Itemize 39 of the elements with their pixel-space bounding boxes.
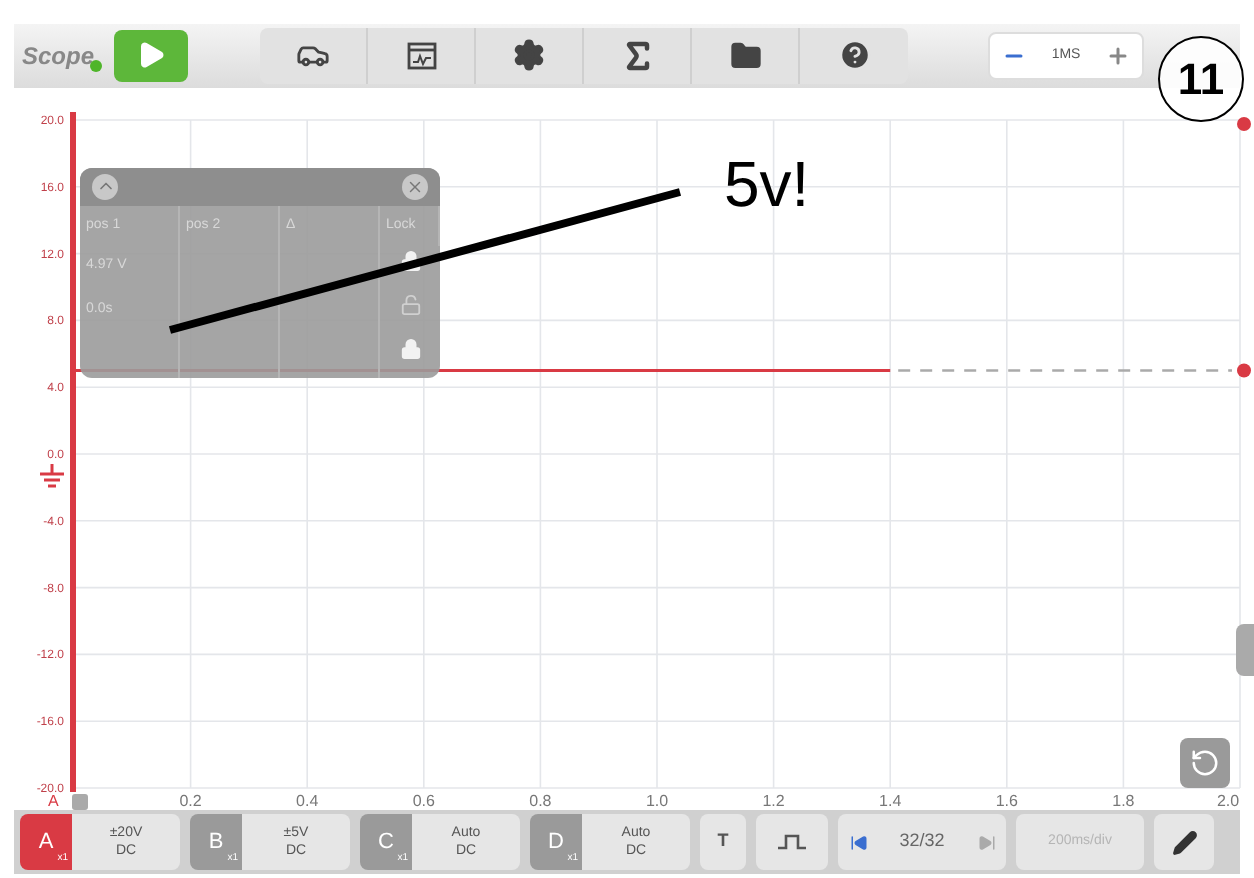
x-tick-label: 1.6 [995,791,1018,810]
skip-back-icon [849,833,867,852]
x-tick-label: 0.2 [179,791,202,810]
probe-button[interactable] [1154,814,1214,871]
level-marker[interactable] [1237,363,1251,378]
close-button[interactable] [402,173,428,200]
app-logo: Scope [22,37,103,74]
x-tick-label: 2.0 [1216,791,1240,810]
skip-forward-icon [977,833,995,852]
lock-icon[interactable] [399,249,421,272]
origin-marker [72,793,88,810]
reset-view-button[interactable] [1180,737,1230,788]
x-tick-label: 0.4 [296,791,319,810]
reset-icon [1190,747,1220,778]
x-tick-label: 1.8 [1112,791,1135,810]
play-icon [136,40,167,71]
x-tick-label: 0.8 [529,791,552,810]
x-tick-label: 1.2 [762,791,785,810]
plus-icon[interactable] [1105,43,1130,68]
x-tick-label: 1.0 [645,791,669,810]
channel-axis-label: A [48,791,59,810]
pen-icon [1171,829,1197,856]
play-button[interactable] [114,29,189,82]
trigger-edge-button[interactable] [756,814,828,871]
waveform-window-icon [405,39,438,72]
ground-icon [40,463,64,488]
help-icon [837,38,872,73]
trigger-marker[interactable] [1237,116,1251,131]
folder-icon [729,39,762,72]
collapse-button[interactable] [92,173,118,200]
trigger-button[interactable]: T [700,814,746,871]
pulse-icon [778,834,806,851]
side-handle[interactable] [1236,623,1254,676]
annotation-text: 5v! [724,145,810,224]
close-icon [406,177,424,196]
frame-counter: 32/32 [897,828,947,855]
x-tick-label: 0.6 [412,791,435,810]
x-tick-label: 1.4 [879,791,902,810]
settings-icon [512,38,547,73]
